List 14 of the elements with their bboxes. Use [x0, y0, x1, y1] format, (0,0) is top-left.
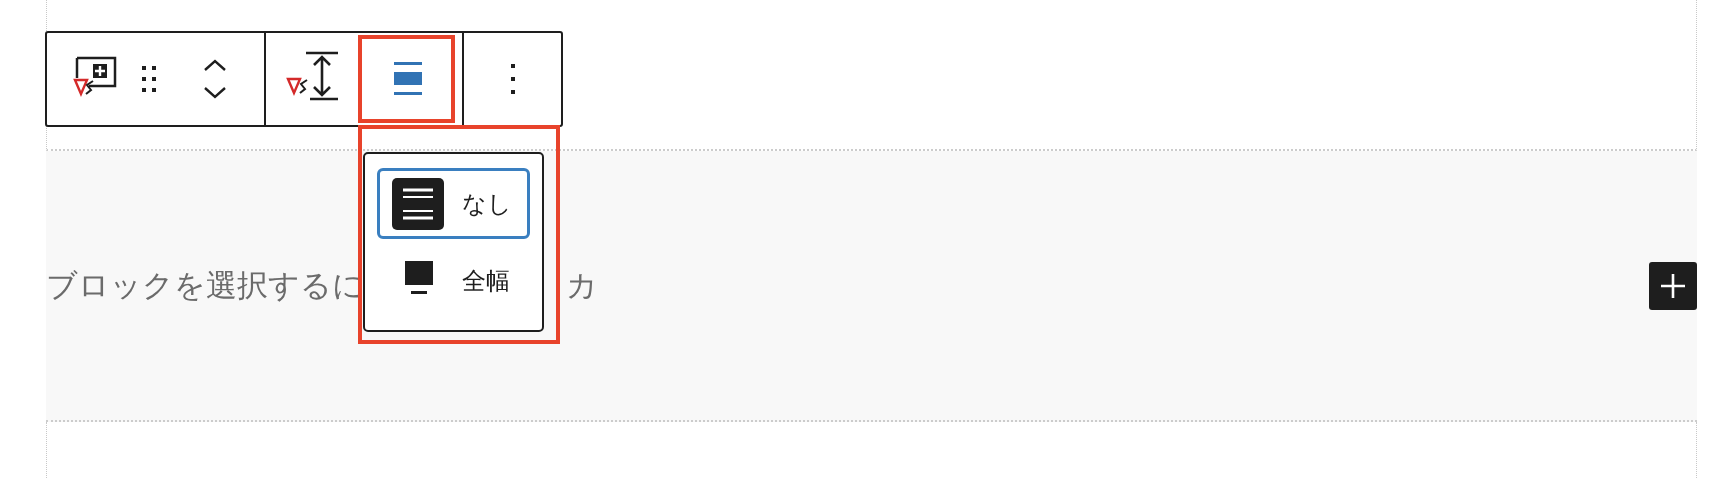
move-up-button[interactable] — [203, 58, 227, 72]
move-down-button[interactable] — [203, 86, 227, 100]
block-hint-text: ブロックを選択するに — [46, 265, 365, 305]
drag-handle-icon — [141, 65, 157, 93]
block-hint-text: カ — [566, 265, 598, 305]
plus-icon — [1660, 272, 1686, 299]
chevron-down-icon — [203, 86, 227, 100]
add-block-button[interactable] — [1649, 261, 1697, 310]
more-vertical-icon — [509, 64, 516, 94]
align-icon — [392, 62, 423, 96]
align-none-icon — [392, 177, 444, 230]
align-option[interactable]: 全幅 — [377, 245, 530, 316]
chevron-up-icon — [203, 58, 227, 72]
align-option[interactable]: なし — [377, 168, 530, 239]
